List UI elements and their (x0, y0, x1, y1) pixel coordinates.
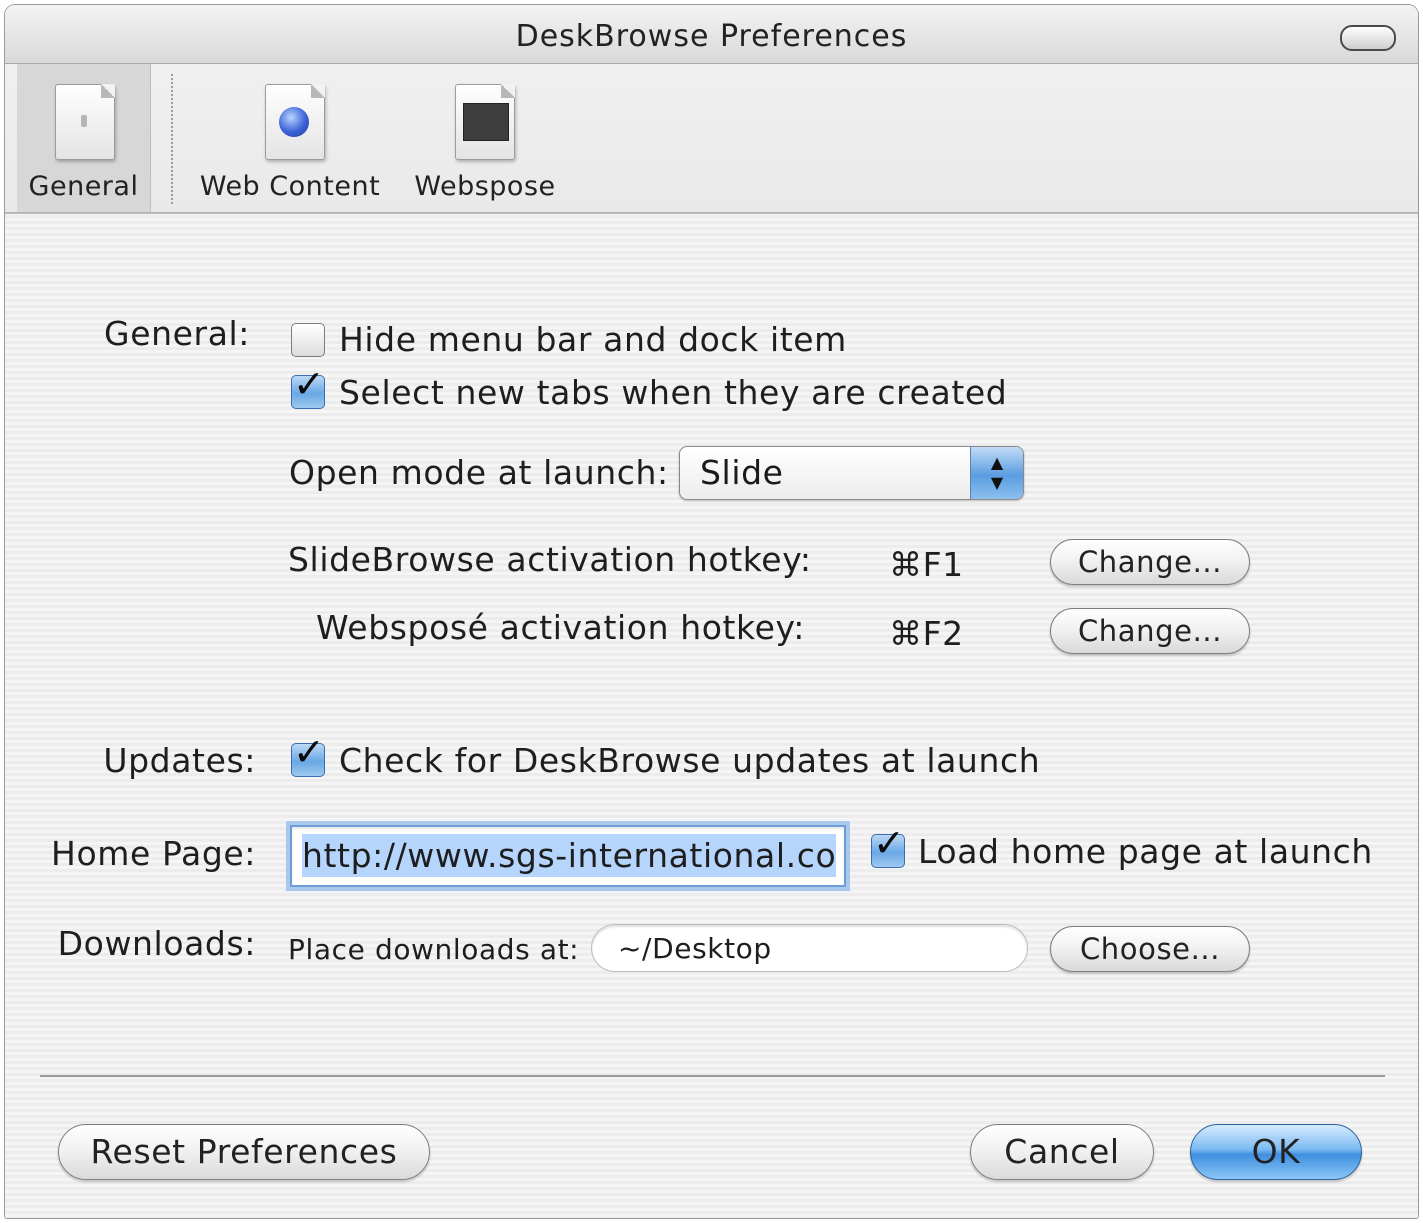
cancel-button[interactable]: Cancel (970, 1124, 1154, 1180)
check-updates-checkbox[interactable]: ✓ (291, 730, 325, 777)
downloads-path-field[interactable]: ~/Desktop (591, 924, 1028, 972)
webspose-doc-icon (455, 84, 515, 160)
downloads-path-text: ~/Desktop (618, 932, 772, 965)
toolbar-separator (171, 74, 173, 204)
check-updates-label[interactable]: Check for DeskBrowse updates at launch (339, 741, 1040, 780)
checkmark-icon: ✓ (293, 730, 325, 774)
select-new-tabs-checkbox[interactable]: ✓ (291, 362, 325, 409)
downloads-section-label: Downloads: (57, 924, 256, 963)
tab-web-content[interactable]: Web Content (195, 64, 385, 212)
popup-arrows-icon: ▲ ▼ (970, 447, 1023, 499)
webspose-hotkey-label: Websposé activation hotkey: (316, 608, 805, 647)
slidebrowse-change-button[interactable]: Change... (1050, 539, 1250, 585)
home-page-section-label: Home Page: (51, 834, 256, 873)
tab-general[interactable]: General (17, 64, 151, 212)
title-bar[interactable]: DeskBrowse Preferences (5, 5, 1418, 64)
webspose-hotkey-value: ⌘F2 (889, 614, 964, 653)
toolbar-toggle-button[interactable] (1340, 25, 1396, 51)
slidebrowse-hotkey-value: ⌘F1 (889, 545, 964, 584)
url-selection: http://www.sgs-international.co (302, 834, 837, 877)
general-section-label: General: (104, 314, 250, 353)
general-doc-icon (55, 84, 115, 160)
open-mode-popup[interactable]: Slide ▲ ▼ (679, 446, 1024, 500)
hide-menu-bar-checkbox[interactable] (291, 323, 325, 357)
hide-menu-bar-label[interactable]: Hide menu bar and dock item (339, 320, 847, 359)
place-downloads-label: Place downloads at: (288, 933, 580, 966)
home-page-url-field[interactable]: http://www.sgs-international.co (290, 825, 846, 887)
slidebrowse-hotkey-label: SlideBrowse activation hotkey: (288, 540, 812, 579)
open-mode-label: Open mode at launch: (289, 453, 669, 492)
window-title: DeskBrowse Preferences (515, 19, 908, 54)
checkmark-icon: ✓ (293, 362, 325, 406)
webspose-change-button[interactable]: Change... (1050, 608, 1250, 654)
tab-web-content-label: Web Content (199, 171, 381, 202)
preferences-window: DeskBrowse Preferences General Web Conte… (5, 5, 1418, 1218)
tab-webspose[interactable]: Webspose (405, 64, 565, 212)
home-page-url-text: http://www.sgs-international.co (302, 834, 837, 877)
checkmark-icon: ✓ (873, 821, 905, 865)
choose-downloads-button[interactable]: Choose... (1050, 926, 1250, 972)
reset-preferences-button[interactable]: Reset Preferences (58, 1124, 430, 1180)
tab-general-label: General (28, 171, 139, 202)
load-home-page-checkbox[interactable]: ✓ (871, 821, 905, 868)
ok-button[interactable]: OK (1190, 1124, 1362, 1180)
updates-section-label: Updates: (103, 741, 256, 780)
footer-divider (40, 1075, 1385, 1077)
preferences-toolbar: General Web Content Webspose (5, 64, 1418, 214)
load-home-page-label[interactable]: Load home page at launch (918, 832, 1373, 871)
globe-doc-icon (265, 84, 325, 160)
open-mode-value: Slide (700, 453, 784, 492)
tab-webspose-label: Webspose (414, 171, 556, 202)
select-new-tabs-label[interactable]: Select new tabs when they are created (339, 373, 1007, 412)
